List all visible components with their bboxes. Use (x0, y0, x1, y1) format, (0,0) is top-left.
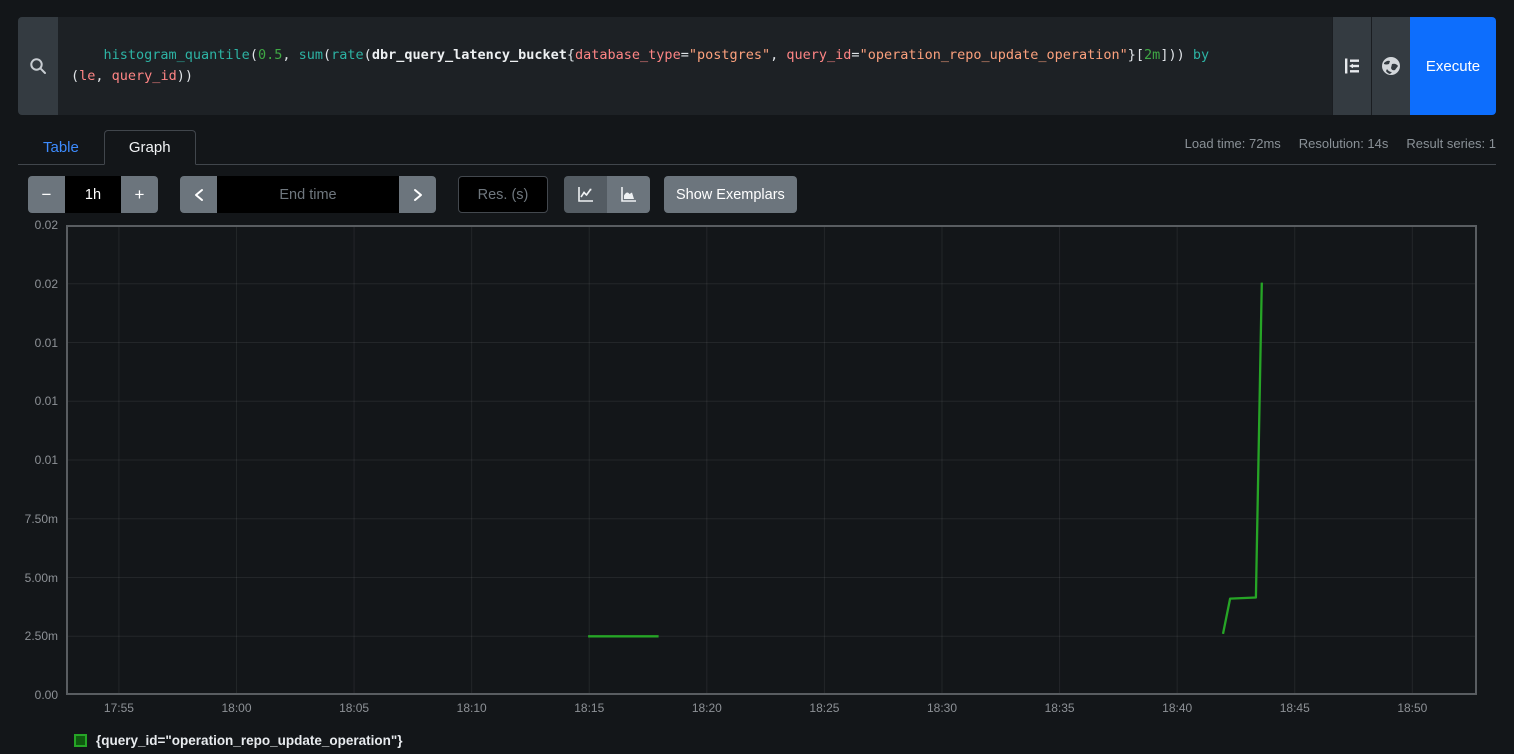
chart-type-toggle (564, 176, 650, 213)
query-token: ( (71, 68, 79, 84)
x-tick-label: 18:35 (1045, 701, 1075, 715)
range-input[interactable] (65, 176, 121, 213)
expression-tree-button[interactable] (1332, 17, 1371, 115)
query-token: database_type (575, 47, 681, 63)
y-tick-label: 0.00 (35, 688, 58, 702)
plot-area[interactable] (66, 225, 1477, 695)
query-token: , (770, 47, 786, 63)
show-exemplars-button[interactable]: Show Exemplars (664, 176, 797, 213)
x-tick-label: 18:15 (574, 701, 604, 715)
query-expression: histogram_quantile(0.5, sum(rate(dbr_que… (71, 47, 1209, 84)
query-token: , (282, 47, 298, 63)
query-token: rate (331, 47, 364, 63)
query-stats: Load time: 72ms Resolution: 14s Result s… (1185, 136, 1496, 151)
x-tick-label: 17:55 (104, 701, 134, 715)
query-token: ( (364, 47, 372, 63)
query-token: dbr_query_latency_bucket (372, 47, 567, 63)
query-token: = (681, 47, 689, 63)
query-token: ])) (1160, 47, 1184, 63)
query-bar: histogram_quantile(0.5, sum(rate(dbr_que… (18, 17, 1496, 115)
line-chart-toggle-button[interactable] (564, 176, 607, 213)
range-decrease-button[interactable]: − (28, 176, 65, 213)
y-tick-label: 0.02 (35, 277, 58, 291)
x-tick-label: 18:20 (692, 701, 722, 715)
resolution-input[interactable] (458, 176, 548, 213)
query-token: }[ (1128, 47, 1144, 63)
y-tick-label: 5.00m (25, 571, 58, 585)
end-time-forward-button[interactable] (399, 176, 436, 213)
resolution-stat: Resolution: 14s (1299, 136, 1389, 151)
graph-controls: − + (28, 176, 1496, 213)
y-tick-label: 0.02 (35, 218, 58, 232)
y-tick-label: 0.01 (35, 453, 58, 467)
query-token: histogram_quantile (104, 47, 250, 63)
query-token: query_id (112, 68, 177, 84)
metrics-explorer-icon (1380, 55, 1402, 77)
legend-swatch (74, 734, 87, 747)
y-tick-label: 2.50m (25, 629, 58, 643)
y-tick-label: 0.01 (35, 394, 58, 408)
end-time-back-button[interactable] (180, 176, 217, 213)
stacked-chart-toggle-button[interactable] (607, 176, 650, 213)
tab-graph[interactable]: Graph (104, 130, 196, 165)
query-token: = (851, 47, 859, 63)
y-tick-label: 7.50m (25, 512, 58, 526)
legend-item[interactable]: {query_id="operation_repo_update_operati… (74, 733, 1514, 748)
execute-button[interactable]: Execute (1410, 17, 1496, 115)
search-addon (18, 17, 58, 115)
expression-tree-icon (1342, 56, 1362, 76)
x-tick-label: 18:45 (1280, 701, 1310, 715)
graph-panel: 0.002.50m5.00m7.50m0.010.010.010.020.02 … (18, 225, 1514, 717)
end-time-input[interactable] (217, 176, 399, 213)
y-axis-labels: 0.002.50m5.00m7.50m0.010.010.010.020.02 (18, 225, 62, 695)
x-tick-label: 18:40 (1162, 701, 1192, 715)
stacked-chart-icon (620, 186, 637, 203)
chevron-left-icon (193, 188, 205, 202)
tab-table[interactable]: Table (18, 130, 104, 165)
range-stepper: − + (28, 176, 158, 213)
query-token: 0.5 (258, 47, 282, 63)
x-tick-label: 18:10 (457, 701, 487, 715)
legend-series-name: {query_id="operation_repo_update_operati… (96, 733, 403, 748)
result-series-stat: Result series: 1 (1406, 136, 1496, 151)
metrics-explorer-button[interactable] (1371, 17, 1410, 115)
end-time-picker (180, 176, 436, 213)
query-token: sum (299, 47, 323, 63)
query-token: )) (177, 68, 193, 84)
query-expression-input[interactable]: histogram_quantile(0.5, sum(rate(dbr_que… (58, 17, 1332, 115)
query-token: { (567, 47, 575, 63)
y-tick-label: 0.01 (35, 336, 58, 350)
range-increase-button[interactable]: + (121, 176, 158, 213)
query-token: , (95, 68, 111, 84)
query-token: ( (250, 47, 258, 63)
x-tick-label: 18:00 (221, 701, 251, 715)
query-token: "postgres" (689, 47, 770, 63)
chevron-right-icon (412, 188, 424, 202)
x-tick-label: 18:25 (809, 701, 839, 715)
query-token: 2m (1144, 47, 1160, 63)
x-tick-label: 18:30 (927, 701, 957, 715)
x-tick-label: 18:50 (1397, 701, 1427, 715)
query-token: by (1185, 47, 1209, 63)
query-token: query_id (786, 47, 851, 63)
query-token: "operation_repo_update_operation" (860, 47, 1128, 63)
load-time-stat: Load time: 72ms (1185, 136, 1281, 151)
line-chart-icon (577, 186, 594, 203)
search-icon (29, 57, 47, 75)
query-token: ( (323, 47, 331, 63)
query-token: le (79, 68, 95, 84)
tabs-row: Table Graph Load time: 72ms Resolution: … (18, 130, 1496, 165)
x-tick-label: 18:05 (339, 701, 369, 715)
